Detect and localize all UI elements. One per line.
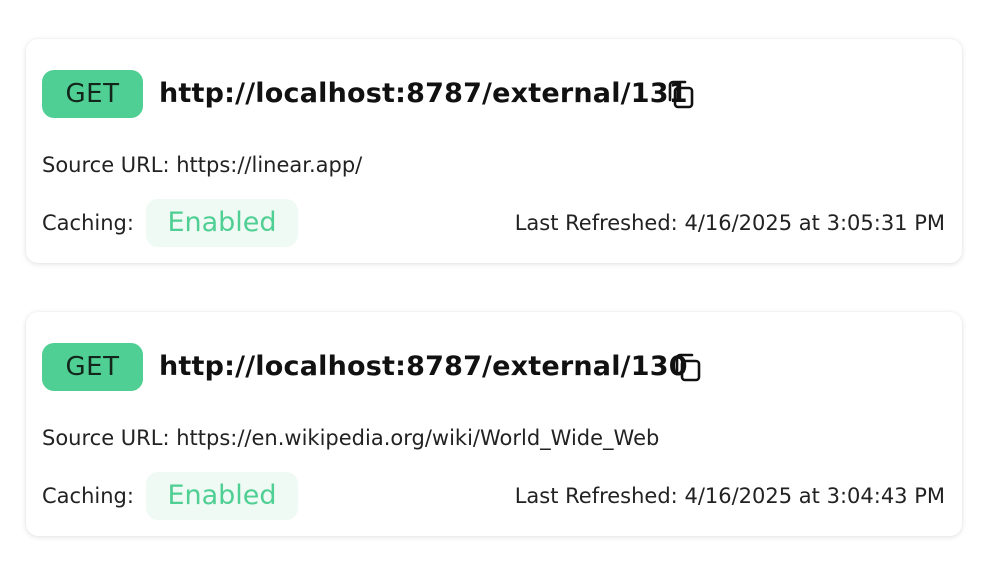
source-url-value: https://en.wikipedia.org/wiki/World_Wide…: [176, 426, 660, 450]
endpoint-url: http://localhost:8787/external/131: [159, 78, 688, 109]
source-url-value: https://linear.app/: [176, 153, 363, 177]
copy-icon: [668, 80, 694, 109]
last-refreshed: Last Refreshed: 4/16/2025 at 3:04:43 PM: [515, 482, 945, 510]
copy-button[interactable]: [671, 350, 705, 384]
copy-icon: [675, 353, 701, 382]
last-refreshed-label: Last Refreshed:: [514, 211, 678, 235]
method-badge: GET: [42, 343, 143, 391]
endpoint-url: http://localhost:8787/external/130: [159, 351, 688, 382]
source-url-label: Source URL:: [42, 153, 170, 177]
caching-label: Caching:: [42, 484, 134, 508]
caching-status-badge: Enabled: [146, 472, 298, 520]
endpoint-card: GET http://localhost:8787/external/131 S…: [26, 39, 962, 263]
last-refreshed-label: Last Refreshed:: [514, 484, 678, 508]
last-refreshed: Last Refreshed: 4/16/2025 at 3:05:31 PM: [515, 209, 945, 237]
caching-label: Caching:: [42, 211, 134, 235]
caching-status-badge: Enabled: [146, 199, 298, 247]
method-badge: GET: [42, 70, 143, 118]
last-refreshed-value: 4/16/2025 at 3:05:31 PM: [684, 211, 945, 235]
last-refreshed-value: 4/16/2025 at 3:04:43 PM: [684, 484, 945, 508]
source-url-line: Source URL: https://en.wikipedia.org/wik…: [42, 424, 659, 452]
source-url-line: Source URL: https://linear.app/: [42, 151, 362, 179]
copy-button[interactable]: [664, 77, 698, 111]
source-url-label: Source URL:: [42, 426, 170, 450]
endpoint-card: GET http://localhost:8787/external/130 S…: [26, 312, 962, 536]
